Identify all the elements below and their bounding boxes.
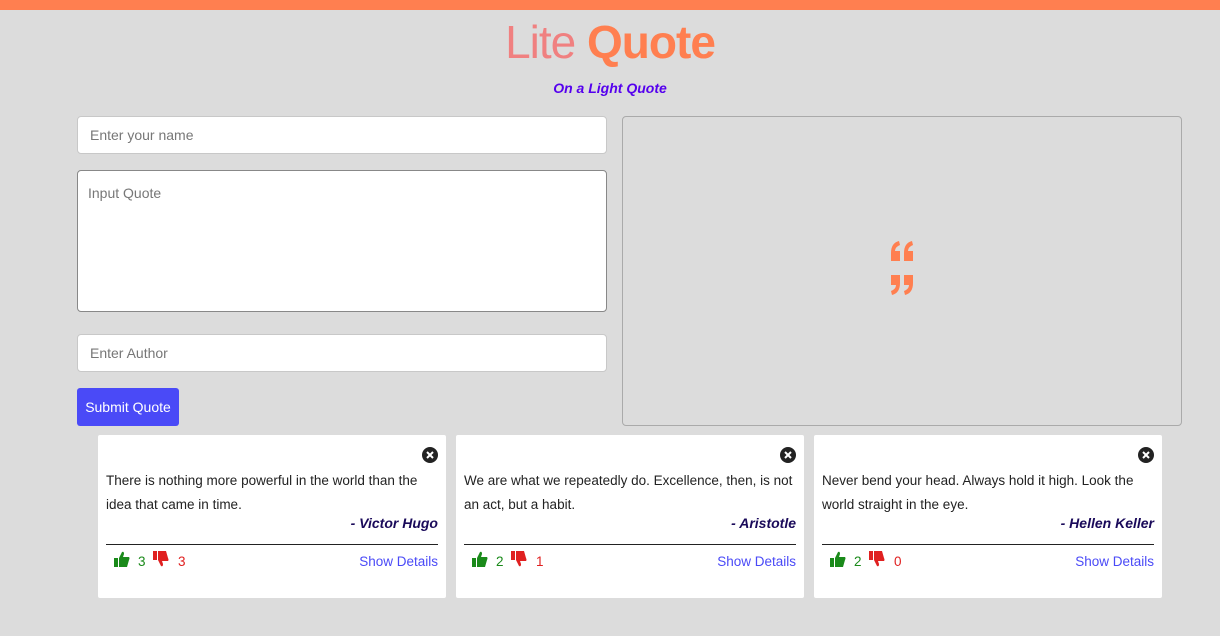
close-icon[interactable] bbox=[422, 447, 438, 463]
dislike-count: 0 bbox=[894, 554, 902, 569]
show-details-link[interactable]: Show Details bbox=[1075, 554, 1154, 569]
thumbs-up-icon[interactable] bbox=[472, 551, 488, 567]
thumbs-down-icon[interactable] bbox=[869, 551, 885, 567]
thumbs-up-icon[interactable] bbox=[830, 551, 846, 567]
thumbs-down-icon[interactable] bbox=[153, 551, 169, 567]
thumbs-up-icon[interactable] bbox=[114, 551, 130, 567]
show-details-link[interactable]: Show Details bbox=[717, 554, 796, 569]
top-accent-bar bbox=[0, 0, 1220, 10]
title-quote: Quote bbox=[587, 16, 716, 68]
title-lite: Lite bbox=[505, 16, 576, 68]
like-count: 2 bbox=[854, 554, 862, 569]
like-count: 2 bbox=[496, 554, 504, 569]
quote-author: - Aristotle bbox=[731, 515, 796, 531]
submit-quote-button[interactable]: Submit Quote bbox=[77, 388, 179, 426]
name-input[interactable]: Enter your name bbox=[77, 116, 607, 154]
page-subtitle: On a Light Quote bbox=[553, 80, 667, 96]
quote-preview-panel bbox=[622, 116, 1182, 426]
quote-icon bbox=[891, 241, 913, 295]
dislike-count: 1 bbox=[536, 554, 544, 569]
quote-card: There is nothing more powerful in the wo… bbox=[98, 435, 446, 598]
page-title: Lite Quote bbox=[0, 16, 1220, 68]
show-details-link[interactable]: Show Details bbox=[359, 554, 438, 569]
quote-author: - Victor Hugo bbox=[350, 515, 438, 531]
divider bbox=[822, 544, 1154, 545]
quote-author: - Hellen Keller bbox=[1060, 515, 1154, 531]
quote-text: There is nothing more powerful in the wo… bbox=[106, 473, 418, 512]
divider bbox=[106, 544, 438, 545]
divider bbox=[464, 544, 796, 545]
quote-text: Never bend your head. Always hold it hig… bbox=[822, 473, 1134, 512]
dislike-count: 3 bbox=[178, 554, 186, 569]
close-icon[interactable] bbox=[1138, 447, 1154, 463]
thumbs-down-icon[interactable] bbox=[511, 551, 527, 567]
author-input[interactable]: Enter Author bbox=[77, 334, 607, 372]
quote-card: We are what we repeatedly do. Excellence… bbox=[456, 435, 804, 598]
quote-textarea[interactable]: Input Quote bbox=[77, 170, 607, 312]
quote-text: We are what we repeatedly do. Excellence… bbox=[464, 473, 793, 512]
like-count: 3 bbox=[138, 554, 146, 569]
close-icon[interactable] bbox=[780, 447, 796, 463]
quote-card: Never bend your head. Always hold it hig… bbox=[814, 435, 1162, 598]
